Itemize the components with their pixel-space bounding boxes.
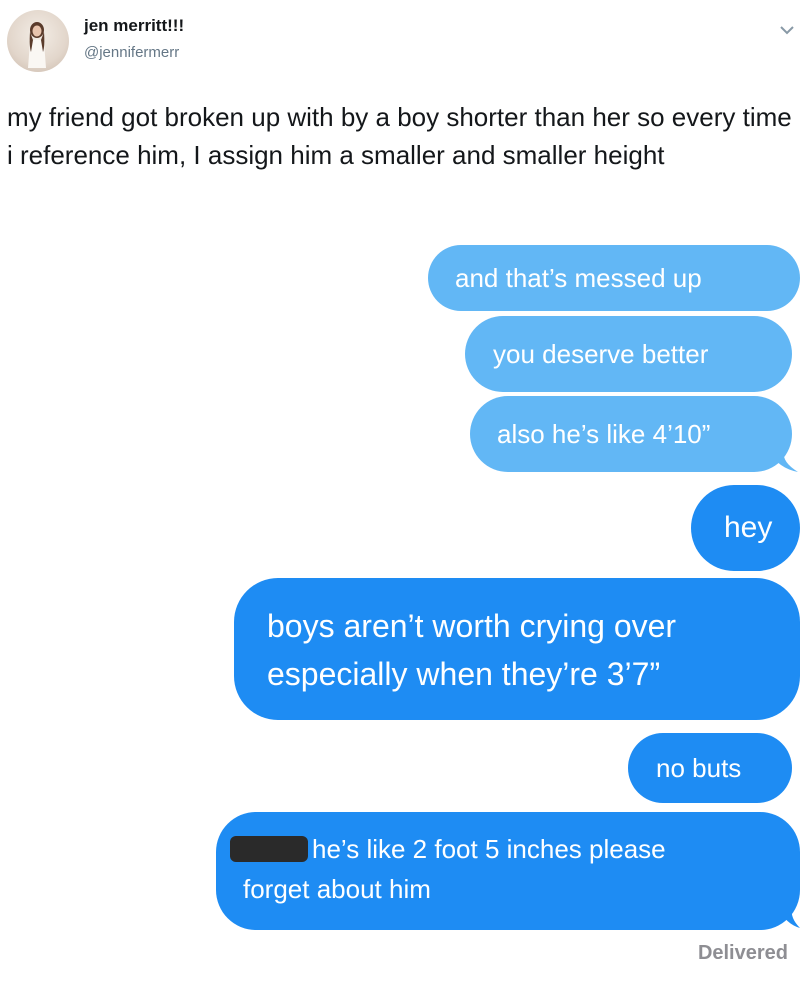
delivered-status: Delivered	[697, 942, 788, 964]
message-bubble: he’s like 2 foot 5 inches please forget …	[216, 812, 800, 930]
display-name[interactable]: jen merritt!!!	[84, 16, 184, 36]
message-line-1: he’s like 2 foot 5 inches please	[230, 829, 800, 869]
tweet-text: my friend got broken up with by a boy sh…	[7, 102, 792, 170]
message-line: he’s like 2 foot 5 inches please	[312, 834, 666, 864]
avatar[interactable]	[7, 10, 69, 72]
message-bubble: you deserve better	[465, 316, 792, 392]
avatar-photo	[28, 22, 46, 68]
message-bubble: hey	[691, 485, 800, 571]
message-text: no buts	[656, 753, 742, 783]
message-text: also he’s like 4’10”	[497, 419, 711, 449]
message-text: you deserve better	[493, 339, 709, 369]
message-text: hey	[724, 511, 773, 544]
message-bubble: and that’s messed up	[428, 245, 800, 311]
message-text: and that’s messed up	[455, 263, 702, 293]
message-bubble: also he’s like 4’10”	[470, 396, 792, 472]
message-line: especially when they’re 3’7”	[267, 656, 661, 692]
message-line: forget about him	[243, 874, 431, 904]
bubble-tail	[778, 908, 800, 928]
chevron-down-icon[interactable]	[778, 24, 796, 36]
message-bubble: no buts	[628, 733, 792, 803]
redaction-bar	[230, 836, 308, 862]
bubble-tail	[770, 452, 798, 472]
tweet-header: jen merritt!!! @jennifermerr	[0, 0, 800, 90]
message-line: boys aren’t worth crying over	[267, 608, 677, 644]
message-bubble: boys aren’t worth crying over especially…	[234, 578, 800, 720]
user-handle[interactable]: @jennifermerr	[84, 44, 179, 61]
